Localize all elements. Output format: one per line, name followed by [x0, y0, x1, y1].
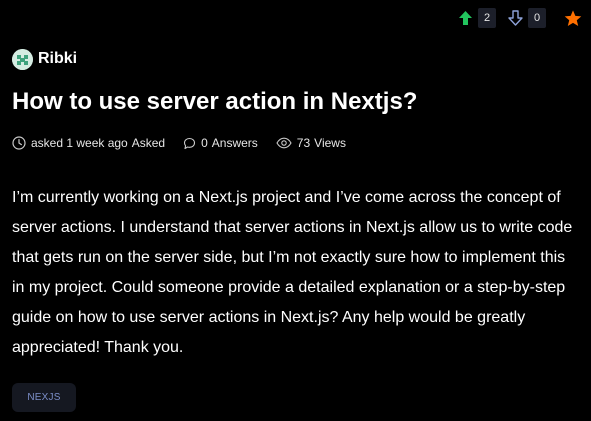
views-meta: 73 Views — [276, 136, 346, 150]
asked-label: Asked — [131, 136, 166, 150]
arrow-up-icon — [458, 11, 472, 25]
views-count: 73 — [296, 136, 311, 150]
answers-count: 0 — [201, 136, 208, 150]
author-link[interactable]: Ribki — [12, 48, 77, 70]
answers-meta: 0 Answers — [183, 136, 258, 150]
tag-nexjs[interactable]: NEXJS — [12, 383, 76, 412]
downvote-count: 0 — [528, 8, 546, 28]
avatar — [12, 48, 33, 70]
upvote-count: 2 — [478, 8, 496, 28]
avatar-icon — [12, 48, 33, 70]
eye-icon — [276, 137, 292, 149]
save-star-button[interactable] — [564, 9, 582, 27]
asked-meta: asked 1 week ago Asked — [12, 136, 165, 150]
chat-bubble-icon — [184, 137, 196, 149]
downvote-button[interactable] — [506, 9, 524, 27]
views-label: Views — [314, 136, 346, 150]
question-meta: asked 1 week ago Asked 0 Answers 73 View… — [12, 135, 346, 151]
clock-icon — [12, 136, 26, 150]
vote-bar: 2 0 — [456, 7, 582, 29]
question-body: I’m currently working on a Next.js proje… — [12, 189, 573, 356]
star-icon — [564, 9, 582, 26]
upvote-button[interactable] — [456, 9, 474, 27]
question-title: How to use server action in Nextjs? — [12, 88, 418, 115]
answers-label: Answers — [211, 136, 258, 150]
author-name: Ribki — [38, 50, 78, 67]
asked-time: asked 1 week ago — [31, 136, 128, 150]
arrow-down-icon — [507, 10, 523, 26]
